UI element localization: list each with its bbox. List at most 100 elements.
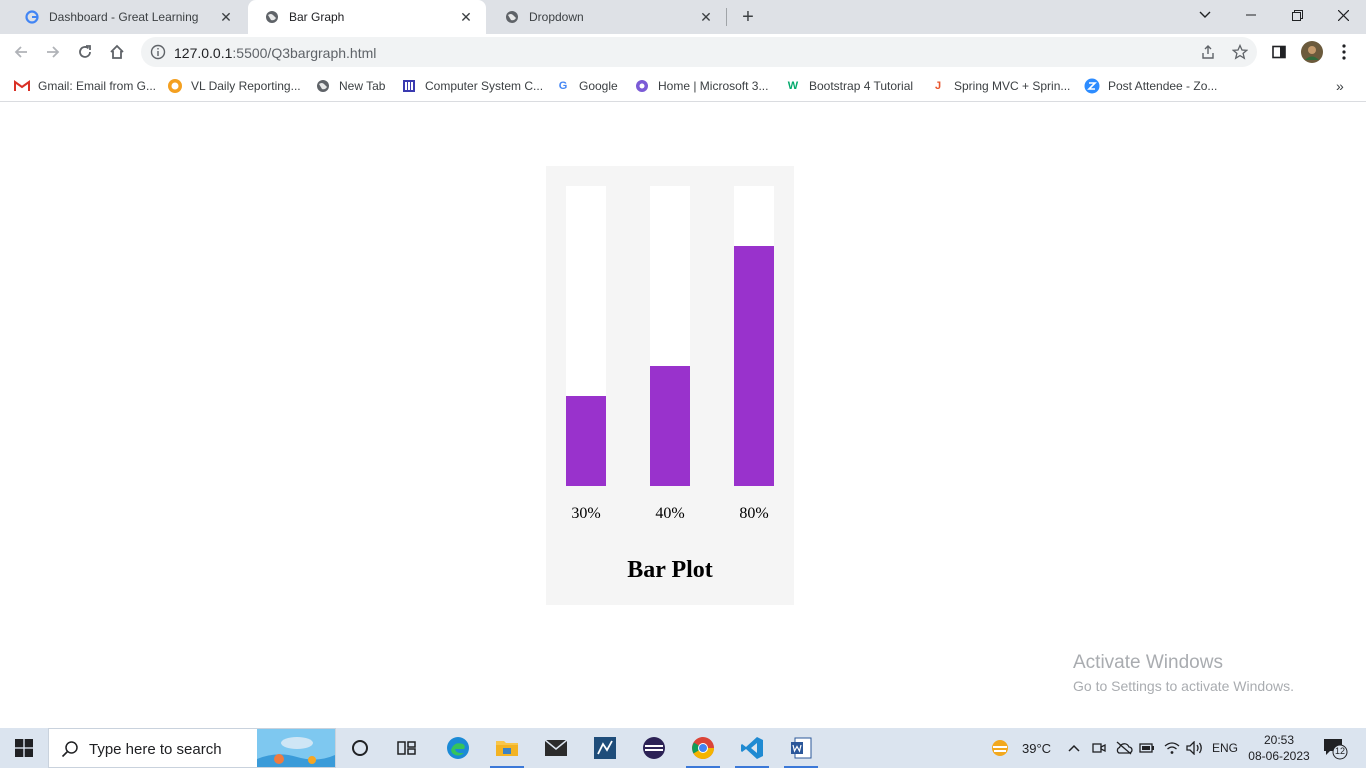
tab-title: Dropdown (529, 10, 584, 24)
bookmark-new-tab[interactable]: New Tab (315, 76, 385, 96)
minimize-button[interactable] (1228, 0, 1274, 30)
new-tab-button[interactable]: + (736, 5, 760, 29)
clock-date: 08-06-2023 (1248, 749, 1310, 763)
page-content: Bar Plot 30% 40% 80% Activate Windows Go t… (0, 103, 1366, 728)
profile-button[interactable] (1298, 38, 1326, 66)
activate-windows-watermark: Activate Windows Go to Settings to activ… (1073, 652, 1294, 694)
back-button[interactable] (7, 38, 35, 66)
clock-time: 20:53 (1263, 733, 1295, 747)
star-icon[interactable] (1232, 44, 1248, 60)
bookmark-vl-daily[interactable]: VL Daily Reporting... (167, 76, 301, 96)
tray-onedrive[interactable] (1115, 728, 1133, 768)
arrow-right-icon (47, 46, 60, 58)
eclipse-icon (643, 737, 665, 759)
weather-widget[interactable]: 39°C (988, 728, 1051, 768)
globe-icon (315, 78, 331, 94)
address-bar[interactable]: 127.0.0.1:5500/Q3bargraph.html (141, 37, 1257, 67)
reload-button[interactable] (71, 38, 99, 66)
bookmark-gmail[interactable]: Gmail: Email from G... (14, 76, 156, 96)
tray-battery[interactable] (1139, 728, 1155, 768)
cortana-icon (352, 740, 368, 756)
search-placeholder: Type here to search (89, 741, 222, 758)
close-icon[interactable]: ✕ (218, 9, 234, 25)
tab-dropdown[interactable]: Dropdown ✕ (488, 0, 726, 34)
search-highlight-illustration-icon (257, 729, 335, 767)
bookmark-spring-mvc[interactable]: J Spring MVC + Sprin... (930, 76, 1070, 96)
notification-center-button[interactable]: 12 (1322, 736, 1348, 760)
w3schools-icon: W (787, 80, 799, 92)
bookmark-label: Google (579, 79, 618, 93)
url-host: 127.0.0.1 (174, 45, 233, 61)
restore-button[interactable] (1274, 0, 1320, 30)
url-text[interactable]: 127.0.0.1:5500/Q3bargraph.html (174, 45, 376, 61)
gmail-icon (14, 78, 30, 94)
taskbar-eclipse[interactable] (631, 728, 677, 768)
show-hidden-icons-button[interactable] (1068, 728, 1080, 768)
bar-label: 40% (655, 505, 685, 522)
start-button[interactable] (0, 728, 48, 768)
watermark-subtitle: Go to Settings to activate Windows. (1073, 678, 1294, 694)
avatar (1301, 41, 1323, 63)
share-icon[interactable] (1200, 44, 1216, 60)
bookmark-zoom[interactable]: Post Attendee - Zo... (1084, 76, 1217, 96)
close-icon[interactable]: ✕ (698, 9, 714, 25)
bookmark-label: VL Daily Reporting... (191, 79, 301, 93)
chevron-up-icon (1068, 744, 1080, 752)
browser-toolbar: 127.0.0.1:5500/Q3bargraph.html (0, 34, 1366, 70)
notification-count: 12 (1334, 746, 1345, 756)
bar-track (566, 186, 606, 486)
tray-language[interactable]: ENG (1212, 728, 1238, 768)
chevron-down-icon (1199, 11, 1211, 18)
taskbar-vscode[interactable] (729, 728, 775, 768)
windows-taskbar: Type here to search 39°C ENG 20:53 08-06… (0, 728, 1366, 768)
task-view-button[interactable] (384, 728, 430, 768)
close-icon[interactable]: ✕ (458, 9, 474, 25)
weather-temperature: 39°C (1022, 740, 1052, 756)
taskbar-file-explorer[interactable] (484, 728, 530, 768)
tab-search-button[interactable] (1182, 0, 1228, 30)
home-icon (110, 44, 124, 59)
home-button[interactable] (103, 38, 131, 66)
taskbar-word[interactable] (778, 728, 824, 768)
side-panel-button[interactable] (1265, 38, 1293, 66)
tab-dashboard[interactable]: Dashboard - Great Learning ✕ (8, 0, 246, 34)
javatpoint-icon: J (934, 80, 942, 92)
tray-volume[interactable] (1186, 728, 1204, 768)
tab-bar-graph[interactable]: Bar Graph ✕ (248, 0, 486, 34)
taskbar-chrome[interactable] (680, 728, 726, 768)
weather-sun-icon (992, 740, 1008, 756)
language-indicator: ENG (1212, 741, 1239, 755)
bookmarks-overflow-button[interactable]: » (1336, 76, 1344, 96)
bar-label: 80% (739, 505, 769, 522)
wifi-icon (1164, 742, 1180, 754)
bar-track (734, 186, 774, 486)
tray-wifi[interactable] (1164, 728, 1180, 768)
bookmark-label: Computer System C... (425, 79, 544, 93)
bookmark-label: Post Attendee - Zo... (1108, 79, 1218, 93)
bookmark-computer-system[interactable]: Computer System C... (401, 76, 543, 96)
cortana-button[interactable] (337, 728, 383, 768)
bookmark-google[interactable]: G Google (555, 76, 618, 96)
taskbar-edge[interactable] (435, 728, 481, 768)
bar (650, 366, 690, 486)
tab-title: Dashboard - Great Learning (49, 10, 199, 24)
building-icon (401, 78, 417, 94)
close-window-button[interactable] (1320, 0, 1366, 30)
bar (734, 246, 774, 486)
taskbar-mysql-workbench[interactable] (582, 728, 628, 768)
reload-icon (79, 45, 91, 58)
taskbar-clock[interactable]: 20:53 08-06-2023 (1240, 732, 1318, 764)
taskbar-search-box[interactable]: Type here to search (48, 728, 336, 768)
menu-button[interactable] (1330, 38, 1358, 66)
minimize-icon (1246, 14, 1256, 16)
chrome-icon (692, 737, 714, 759)
bookmark-microsoft-365[interactable]: Home | Microsoft 3... (634, 76, 768, 96)
windows-logo-icon (15, 739, 33, 757)
taskbar-mail[interactable] (533, 728, 579, 768)
tab-strip: Dashboard - Great Learning ✕ Bar Graph ✕… (0, 0, 1366, 34)
forward-button[interactable] (39, 38, 67, 66)
search-icon (61, 741, 78, 758)
bookmark-bootstrap[interactable]: W Bootstrap 4 Tutorial (785, 76, 913, 96)
tray-meet-now[interactable] (1092, 728, 1106, 768)
google-icon (24, 9, 40, 25)
